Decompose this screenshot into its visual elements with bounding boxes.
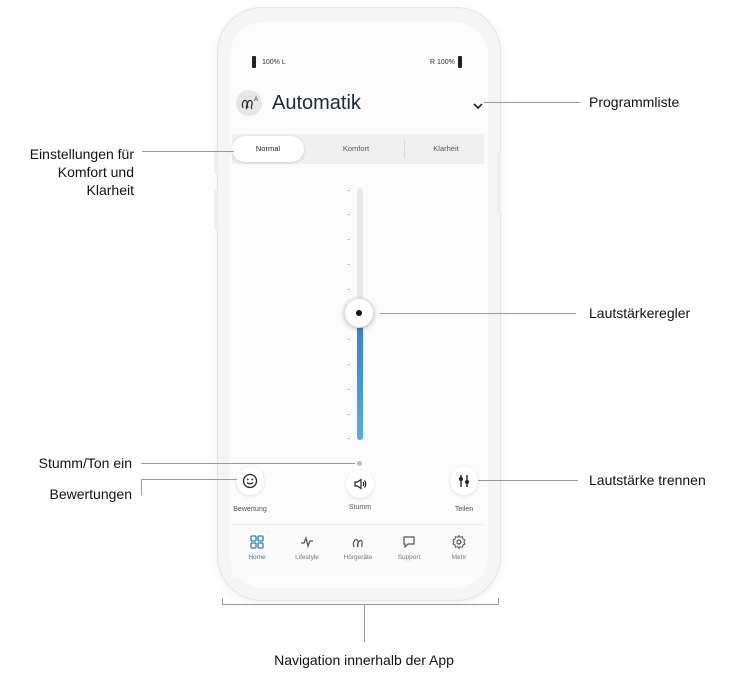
bottom-navigation: Home Lifestyle Hörgeräte Support Mehr	[232, 524, 484, 577]
callout-line	[478, 480, 578, 481]
slider-tick	[347, 239, 350, 240]
slider-tick	[347, 339, 350, 340]
nav-item-lifestyle[interactable]: Lifestyle	[282, 535, 332, 561]
mute-button[interactable]	[346, 470, 374, 498]
slider-tick	[347, 414, 350, 415]
volume-slider-fill	[357, 320, 363, 440]
slider-tick	[347, 264, 350, 265]
callout-volume-control: Lautstärkeregler	[589, 305, 691, 321]
program-title: Automatik	[272, 92, 361, 114]
callout-settings-line3: Klarheit	[86, 182, 134, 198]
slider-tick	[347, 289, 350, 290]
callout-line	[141, 463, 355, 464]
grid-icon	[250, 535, 264, 549]
callout-line	[141, 479, 237, 480]
callout-program-list: Programmliste	[589, 94, 680, 110]
phone-side-button	[214, 150, 218, 174]
callout-dot	[357, 461, 362, 466]
callout-line	[141, 479, 142, 495]
hearing-aid-icon	[352, 538, 363, 548]
tab-komfort[interactable]: Komfort	[310, 134, 402, 164]
chat-icon	[403, 536, 415, 549]
bracket-line	[222, 604, 499, 605]
slider-tick	[347, 364, 350, 365]
split-volume-label: Teilen	[454, 506, 474, 513]
svg-text:A: A	[254, 97, 258, 103]
nav-item-support[interactable]: Support	[384, 535, 434, 561]
nav-label-hoergeraete: Hörgeräte	[343, 554, 373, 561]
rating-button[interactable]	[236, 467, 264, 495]
tab-divider	[404, 140, 405, 158]
slider-tick	[347, 438, 350, 439]
speaker-icon	[354, 478, 367, 490]
tab-normal[interactable]: Normal	[232, 136, 304, 162]
nav-item-hoergeraete[interactable]: Hörgeräte	[333, 535, 383, 561]
phone-side-button	[497, 150, 501, 214]
nav-item-mehr[interactable]: Mehr	[434, 535, 484, 561]
hearing-aid-program-icon: A	[236, 90, 262, 116]
callout-line	[142, 151, 234, 152]
smiley-icon	[242, 473, 258, 489]
left-battery-label: 100% L	[262, 59, 286, 66]
nav-label-home: Home	[248, 554, 266, 561]
nav-item-home[interactable]: Home	[232, 535, 282, 561]
bracket-line	[364, 604, 365, 642]
bracket-line	[498, 598, 499, 605]
callout-line	[484, 102, 580, 103]
right-battery-label: R 100%	[430, 59, 455, 66]
nav-label-support: Support	[397, 554, 421, 561]
callout-settings-line1: Einstellungen für	[29, 146, 134, 162]
callout-line	[380, 313, 576, 314]
left-battery-icon	[252, 56, 256, 68]
callout-settings-line2: Komfort und	[57, 164, 134, 180]
slider-tick	[347, 389, 350, 390]
nav-label-mehr: Mehr	[451, 554, 467, 561]
bracket-line	[222, 598, 223, 605]
callout-mute-toggle: Stumm/Ton ein	[38, 455, 132, 471]
tab-klarheit[interactable]: Klarheit	[408, 134, 484, 164]
rating-label: Bewertung	[233, 506, 267, 513]
phone-side-button	[214, 190, 218, 230]
right-battery-icon	[458, 56, 462, 68]
split-volume-button[interactable]	[450, 467, 478, 495]
slider-tick	[347, 190, 350, 191]
split-volume-icon	[459, 475, 469, 487]
callout-navigation: Navigation innerhalb der App	[274, 652, 454, 668]
program-list-chevron-icon[interactable]	[472, 98, 484, 110]
sound-mode-tabs: Normal Komfort Klarheit	[232, 134, 484, 164]
mute-label: Stumm	[348, 504, 372, 511]
callout-ratings: Bewertungen	[49, 486, 132, 502]
activity-icon	[301, 535, 313, 549]
volume-slider-handle-dot	[356, 310, 362, 316]
slider-tick	[347, 214, 350, 215]
callout-split-volume: Lautstärke trennen	[589, 472, 706, 488]
nav-label-lifestyle: Lifestyle	[295, 554, 319, 561]
gear-icon	[452, 535, 466, 549]
